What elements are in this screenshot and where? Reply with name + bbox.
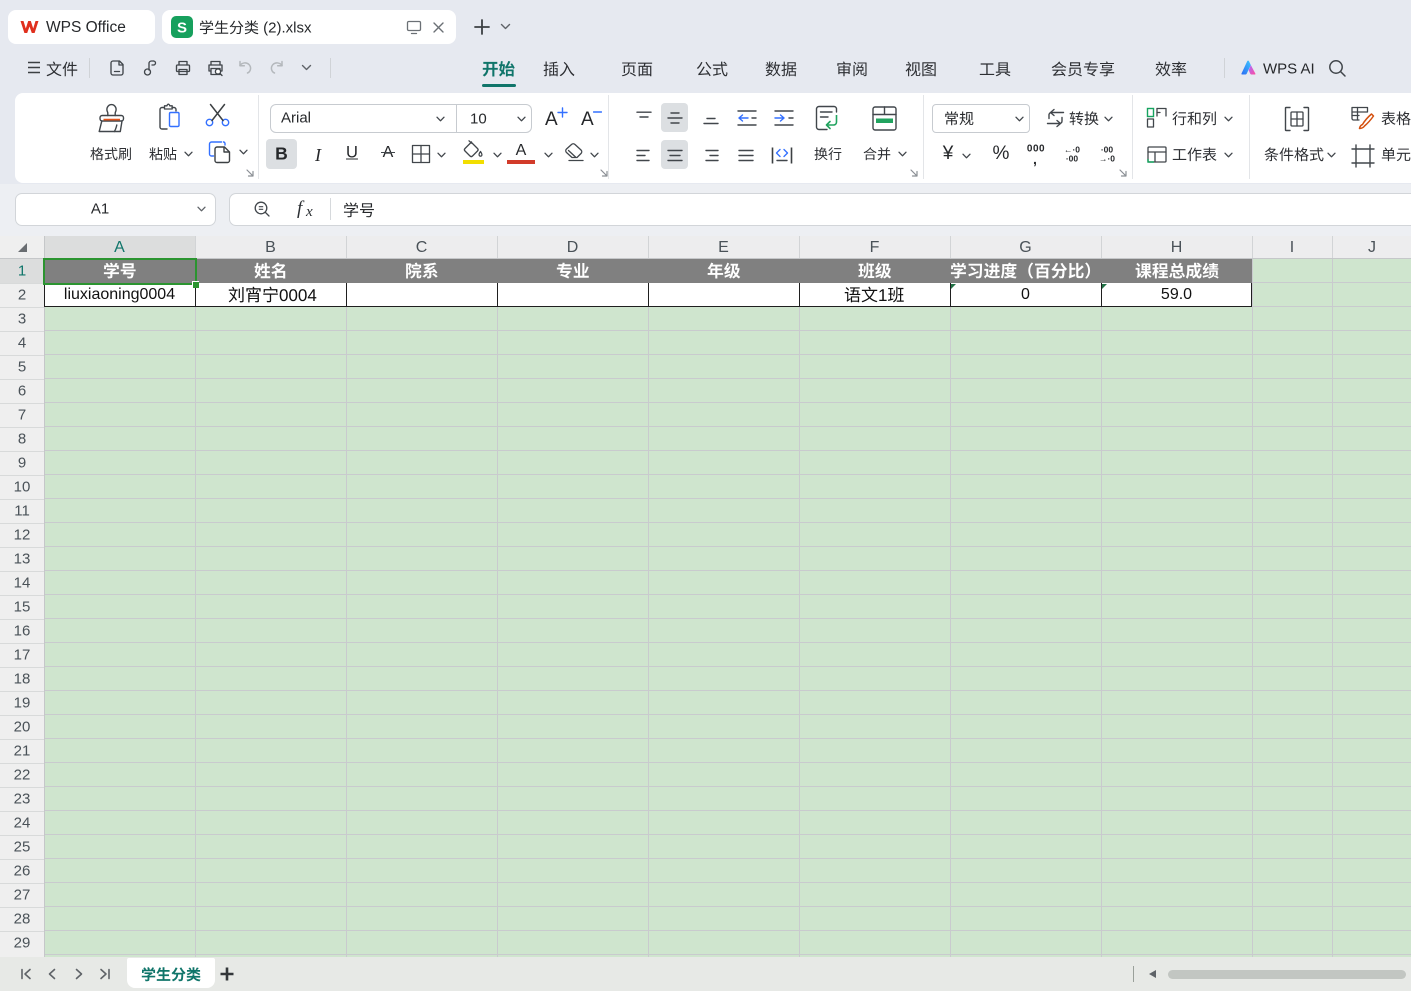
svg-text:·00: ·00 [1066, 154, 1079, 164]
svg-text:→·0: →·0 [1099, 154, 1115, 164]
